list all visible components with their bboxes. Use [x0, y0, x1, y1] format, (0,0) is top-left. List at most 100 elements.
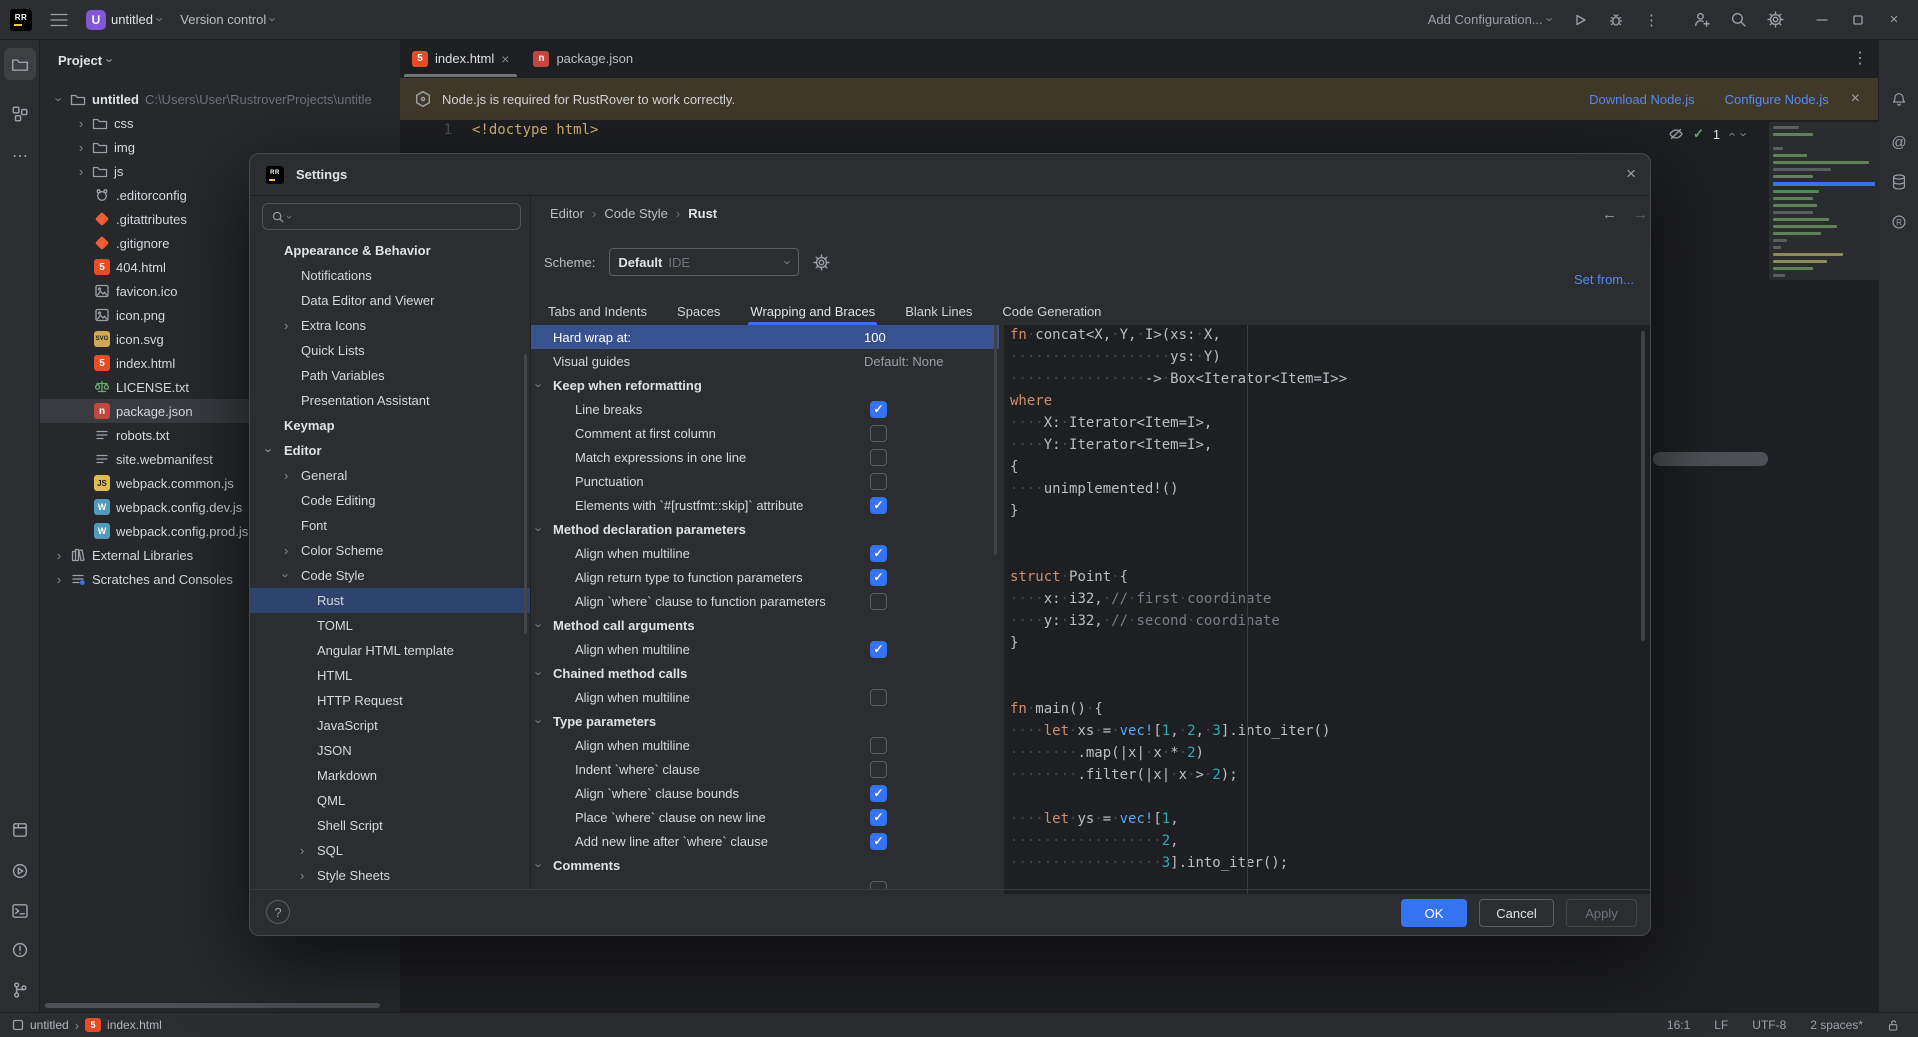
checkbox-checked[interactable]: ✓ — [870, 809, 887, 826]
checkbox-checked[interactable]: ✓ — [870, 569, 887, 586]
options-list-scrollbar[interactable] — [994, 325, 997, 555]
build-tool-button[interactable] — [4, 814, 36, 846]
ok-button[interactable]: OK — [1401, 899, 1467, 927]
banner-link[interactable]: Download Node.js — [1589, 92, 1695, 107]
chevron-right-icon[interactable]: › — [284, 319, 288, 332]
sidebar-item-keymap[interactable]: Keymap — [250, 413, 530, 438]
sidebar-item-editor[interactable]: ›Editor — [250, 438, 530, 463]
setting-row-place-where-clause-on-new-line[interactable]: Place `where` clause on new line✓ — [531, 805, 999, 829]
banner-close-icon[interactable]: × — [1851, 90, 1860, 108]
editor-tab-index.html[interactable]: 5index.html× — [400, 40, 521, 77]
ai-assistant-button[interactable]: @ — [1883, 126, 1915, 158]
setting-row-match-expressions-in-one-line[interactable]: Match expressions in one line — [531, 445, 999, 469]
sidebar-item-markdown[interactable]: Markdown — [250, 763, 530, 788]
chevron-down-icon[interactable]: › — [263, 448, 276, 452]
setting-row-keep-when-reformatting[interactable]: ›Keep when reformatting — [531, 373, 999, 397]
chevron-right-icon[interactable]: › — [54, 573, 64, 586]
project-panel-header[interactable]: Project › — [40, 40, 400, 80]
setting-row-indent-where-clause[interactable]: Indent `where` clause — [531, 757, 999, 781]
setting-row-clipped[interactable] — [531, 877, 999, 889]
sidebar-item-style-sheets[interactable]: ›Style Sheets — [250, 863, 530, 888]
editor-minimap[interactable] — [1769, 122, 1879, 280]
checkbox-unchecked[interactable] — [870, 689, 887, 706]
cargo-button[interactable]: R — [1883, 206, 1915, 238]
breadcrumb-item[interactable]: Rust — [688, 206, 717, 221]
tab-wrapping-and-braces[interactable]: Wrapping and Braces — [748, 297, 877, 325]
inspections-widget[interactable]: ✓ 1 › › — [1668, 126, 1747, 142]
sidebar-item-appearance-behavior[interactable]: Appearance & Behavior — [250, 238, 530, 263]
setting-row-type-parameters[interactable]: ›Type parameters — [531, 709, 999, 733]
sidebar-item-html[interactable]: HTML — [250, 663, 530, 688]
terminal-tool-button[interactable] — [4, 895, 36, 927]
setting-row-align-when-multiline[interactable]: Align when multiline✓ — [531, 541, 999, 565]
sidebar-item-json[interactable]: JSON — [250, 738, 530, 763]
app-logo-icon[interactable]: RR — [10, 9, 32, 31]
chevron-down-icon[interactable]: › — [533, 671, 546, 675]
services-tool-button[interactable] — [4, 855, 36, 887]
checkbox-unchecked[interactable] — [870, 449, 887, 466]
scheme-settings-button[interactable] — [813, 254, 830, 271]
setting-row-add-new-line-after-where-clause[interactable]: Add new line after `where` clause✓ — [531, 829, 999, 853]
version-control-tool-button[interactable] — [4, 974, 36, 1006]
sidebar-item-http-request[interactable]: HTTP Request — [250, 688, 530, 713]
checkbox-unchecked[interactable] — [870, 425, 887, 442]
sidebar-item-data-editor-and-viewer[interactable]: Data Editor and Viewer — [250, 288, 530, 313]
sidebar-item-shell-script[interactable]: Shell Script — [250, 813, 530, 838]
setting-row-elements-with-rustfmt-skip-attribute[interactable]: Elements with `#[rustfmt::skip]` attribu… — [531, 493, 999, 517]
close-window-button[interactable]: × — [1886, 12, 1902, 28]
minimize-button[interactable] — [1814, 12, 1830, 28]
more-actions-button[interactable]: ⋮ — [1644, 11, 1659, 29]
editor-horizontal-scrollbar[interactable] — [1653, 452, 1768, 466]
checkbox-checked[interactable]: ✓ — [870, 545, 887, 562]
tab-spaces[interactable]: Spaces — [675, 297, 722, 325]
breadcrumb-item[interactable]: Editor — [550, 206, 584, 221]
debug-button[interactable] — [1608, 12, 1624, 28]
chevron-down-icon[interactable]: › — [533, 863, 546, 867]
dialog-close-icon[interactable]: × — [1626, 164, 1636, 184]
chevron-right-icon[interactable]: › — [300, 844, 304, 857]
caret-position[interactable]: 16:1 — [1667, 1018, 1690, 1032]
checkbox-checked[interactable]: ✓ — [870, 401, 887, 418]
chevron-down-icon[interactable]: › — [533, 527, 546, 531]
checkbox-checked[interactable]: ✓ — [870, 833, 887, 850]
chevron-down-icon[interactable]: › — [1738, 132, 1751, 136]
setting-row-align-return-type-to-function-parameters[interactable]: Align return type to function parameters… — [531, 565, 999, 589]
database-button[interactable] — [1883, 166, 1915, 198]
sidebar-item-path-variables[interactable]: Path Variables — [250, 363, 530, 388]
chevron-right-icon[interactable]: › — [76, 117, 86, 130]
search-everywhere-button[interactable] — [1730, 11, 1747, 28]
breadcrumb-item[interactable]: Code Style — [604, 206, 668, 221]
setting-row-align-when-multiline[interactable]: Align when multiline — [531, 733, 999, 757]
setting-row-comment-at-first-column[interactable]: Comment at first column — [531, 421, 999, 445]
setting-row-punctuation[interactable]: Punctuation — [531, 469, 999, 493]
vcs-menu[interactable]: Version control › — [180, 12, 275, 27]
checkbox-unchecked[interactable] — [870, 593, 887, 610]
setting-row-visual-guides[interactable]: Visual guidesDefault: None — [531, 349, 999, 373]
checkbox-unchecked[interactable] — [870, 881, 887, 890]
sidebar-item-color-scheme[interactable]: ›Color Scheme — [250, 538, 530, 563]
chevron-right-icon[interactable]: › — [76, 165, 86, 178]
sidebar-scrollbar[interactable] — [524, 354, 527, 634]
setting-row-method-call-arguments[interactable]: ›Method call arguments — [531, 613, 999, 637]
sidebar-item-code-editing[interactable]: Code Editing — [250, 488, 530, 513]
apply-button[interactable]: Apply — [1566, 899, 1637, 927]
close-tab-icon[interactable]: × — [501, 52, 509, 66]
forward-arrow-icon[interactable]: → — [1633, 206, 1648, 223]
indent-style[interactable]: 2 spaces* — [1810, 1018, 1863, 1032]
checkbox-checked[interactable]: ✓ — [870, 641, 887, 658]
editor-tab-package.json[interactable]: npackage.json — [521, 40, 645, 77]
checkbox-unchecked[interactable] — [870, 737, 887, 754]
settings-button[interactable] — [1767, 11, 1784, 28]
sidebar-item-qml[interactable]: QML — [250, 788, 530, 813]
sidebar-item-presentation-assistant[interactable]: Presentation Assistant — [250, 388, 530, 413]
setting-row-hard-wrap-at-[interactable]: Hard wrap at:100 — [531, 325, 999, 349]
chevron-right-icon[interactable]: › — [54, 549, 64, 562]
sidebar-item-font[interactable]: Font — [250, 513, 530, 538]
checkbox-checked[interactable]: ✓ — [870, 785, 887, 802]
sidebar-item-rust[interactable]: Rust — [250, 588, 530, 613]
chevron-right-icon[interactable]: › — [284, 544, 288, 557]
more-tool-windows-button[interactable]: ⋯ — [4, 140, 36, 172]
checkbox-unchecked[interactable] — [870, 473, 887, 490]
sidebar-item-angular-html-template[interactable]: Angular HTML template — [250, 638, 530, 663]
tree-item-css[interactable]: ›css — [40, 111, 400, 135]
